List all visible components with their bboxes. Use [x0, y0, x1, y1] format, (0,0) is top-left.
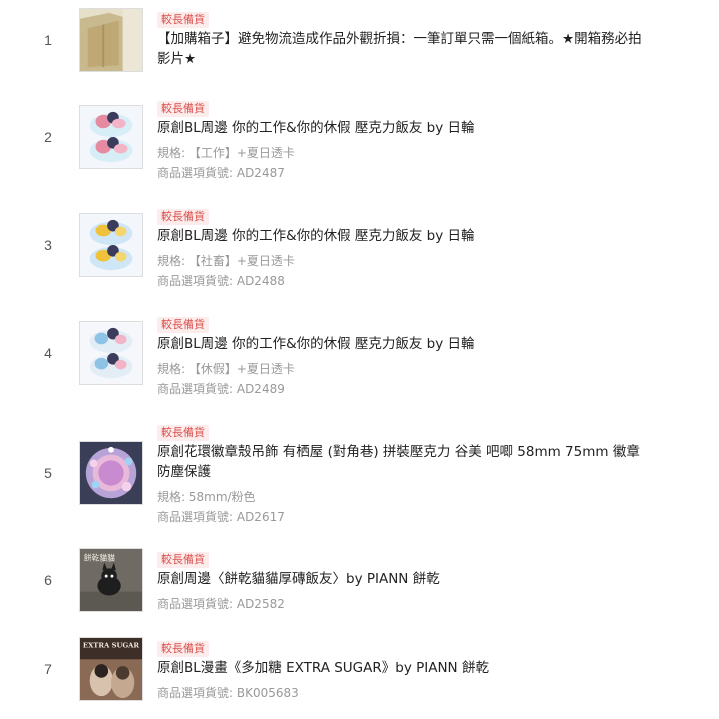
item-info: 較長備貨 原創BL周邊 你的工作&你的休假 壓克力飯友 by 日輪 規格: 【工… [157, 97, 647, 183]
item-sku: 商品選項貨號: AD2488 [157, 274, 285, 288]
stock-badge: 較長備貨 [157, 317, 209, 333]
item-index: 1 [44, 32, 52, 48]
item-index: 2 [44, 129, 52, 145]
item-spec: 規格: 58mm/粉色 [157, 490, 256, 504]
item-title[interactable]: 原創BL周邊 你的工作&你的休假 壓克力飯友 by 日輪 [157, 118, 647, 138]
acrylic-figure-photo-icon [80, 214, 142, 276]
product-thumbnail[interactable]: EXTRA SUGAR [79, 637, 143, 701]
item-info: 較長備貨 原創BL周邊 你的工作&你的休假 壓克力飯友 by 日輪 規格: 【休… [157, 313, 647, 399]
item-index: 4 [44, 345, 52, 361]
thumb-caption: EXTRA SUGAR [83, 642, 139, 650]
product-thumbnail[interactable]: 餅乾貓貓 [79, 548, 143, 612]
cardboard-box-photo-icon [80, 9, 142, 71]
item-title[interactable]: 【加購箱子】避免物流造成作品外觀折損：一筆訂單只需一個紙箱。★開箱務必拍影片★ [157, 29, 647, 69]
item-sku: 商品選項貨號: AD2489 [157, 382, 285, 396]
product-thumbnail[interactable] [79, 105, 143, 169]
badge-wreath-photo-icon [80, 442, 142, 504]
cookie-cat-photo-icon: 餅乾貓貓 [80, 549, 142, 611]
stock-badge: 較長備貨 [157, 641, 209, 657]
item-title[interactable]: 原創BL漫畫《多加糖 EXTRA SUGAR》by PIANN 餅乾 [157, 658, 647, 678]
item-spec: 規格: 【社畜】+夏日透卡 [157, 254, 295, 268]
item-info: 較長備貨 原創BL周邊 你的工作&你的休假 壓克力飯友 by 日輪 規格: 【社… [157, 205, 647, 291]
item-info: 較長備貨 原創花環徽章殼吊飾 有栖屋 (對角巷) 拼裝壓克力 谷美 吧唧 58m… [157, 421, 647, 527]
product-thumbnail[interactable] [79, 321, 143, 385]
item-info: 較長備貨 原創周邊〈餅乾貓貓厚磚飯友〉by PIANN 餅乾 商品選項貨號: A… [157, 548, 647, 614]
item-index: 6 [44, 572, 52, 588]
stock-badge: 較長備貨 [157, 425, 209, 441]
item-spec: 規格: 【休假】+夏日透卡 [157, 362, 295, 376]
stock-badge: 較長備貨 [157, 12, 209, 28]
item-spec: 規格: 【工作】+夏日透卡 [157, 146, 295, 160]
item-title[interactable]: 原創BL周邊 你的工作&你的休假 壓克力飯友 by 日輪 [157, 226, 647, 246]
product-thumbnail[interactable] [79, 8, 143, 72]
item-title[interactable]: 原創BL周邊 你的工作&你的休假 壓克力飯友 by 日輪 [157, 334, 647, 354]
product-thumbnail[interactable] [79, 441, 143, 505]
item-title[interactable]: 原創花環徽章殼吊飾 有栖屋 (對角巷) 拼裝壓克力 谷美 吧唧 58mm 75m… [157, 442, 647, 482]
item-index: 5 [44, 465, 52, 481]
comic-cover-photo-icon: EXTRA SUGAR [80, 638, 142, 700]
item-sku: 商品選項貨號: AD2582 [157, 597, 285, 611]
stock-badge: 較長備貨 [157, 209, 209, 225]
item-sku: 商品選項貨號: BK005683 [157, 686, 299, 700]
acrylic-figure-photo-icon [80, 106, 142, 168]
item-index: 7 [44, 661, 52, 677]
item-sku: 商品選項貨號: AD2487 [157, 166, 285, 180]
item-sku: 商品選項貨號: AD2617 [157, 510, 285, 524]
item-index: 3 [44, 237, 52, 253]
thumb-caption: 餅乾貓貓 [84, 553, 115, 563]
order-item-list: 1 較長備貨 【加購箱子】避免物流造成作品外觀折損：一筆訂單只需一個紙箱。★開箱… [0, 0, 719, 719]
stock-badge: 較長備貨 [157, 101, 209, 117]
product-thumbnail[interactable] [79, 213, 143, 277]
item-title[interactable]: 原創周邊〈餅乾貓貓厚磚飯友〉by PIANN 餅乾 [157, 569, 647, 589]
acrylic-figure-photo-icon [80, 322, 142, 384]
item-info: 較長備貨 【加購箱子】避免物流造成作品外觀折損：一筆訂單只需一個紙箱。★開箱務必… [157, 8, 647, 69]
stock-badge: 較長備貨 [157, 552, 209, 568]
item-info: 較長備貨 原創BL漫畫《多加糖 EXTRA SUGAR》by PIANN 餅乾 … [157, 637, 647, 703]
